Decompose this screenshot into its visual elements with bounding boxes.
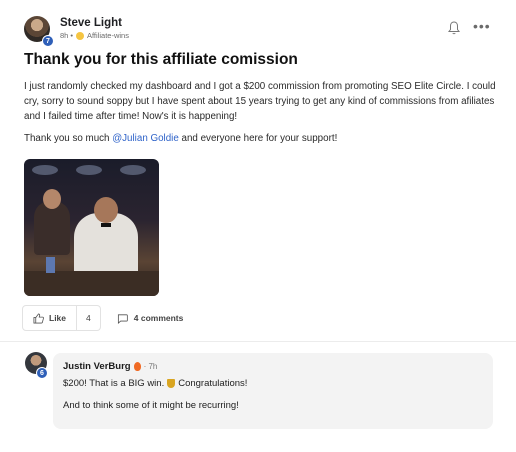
meta-separator: •: [70, 31, 73, 40]
smile-emoji-icon: [75, 31, 84, 40]
commenter-level-badge: 6: [36, 367, 48, 379]
more-options-icon[interactable]: •••: [473, 19, 490, 36]
comment-text-a: $200! That is a BIG win.: [63, 378, 165, 389]
like-label: Like: [49, 313, 67, 323]
comment-time: · 7h: [143, 362, 158, 371]
mention-link[interactable]: @Julian Goldie: [112, 133, 179, 144]
post-body: I just randomly checked my dashboard and…: [24, 81, 496, 122]
comment-line-1: $200! That is a BIG win. Congratulations…: [63, 378, 483, 389]
like-count[interactable]: 4: [77, 305, 101, 331]
level-badge: 7: [42, 35, 54, 47]
thanks-text-end: and everyone here for your support!: [178, 133, 338, 144]
comments-button[interactable]: 4 comments: [117, 313, 184, 324]
trophy-emoji-icon: [167, 379, 176, 388]
post-header: 7 Steve Light 8h • Affiliate-wins: [24, 14, 129, 47]
comment: Justin VerBurg · 7h $200! That is a BIG …: [53, 353, 493, 429]
fire-emoji-icon: [133, 362, 141, 371]
post-title: Thank you for this affiliate comission: [24, 51, 298, 68]
comment-header: Justin VerBurg · 7h: [63, 361, 483, 372]
like-button[interactable]: Like: [22, 305, 78, 331]
commenter-name[interactable]: Justin VerBurg: [63, 361, 131, 372]
post-time: 8h: [60, 31, 69, 40]
divider: [0, 341, 516, 342]
post-category[interactable]: Affiliate-wins: [87, 30, 129, 41]
comment-bubble-icon: [117, 313, 128, 324]
comment-line-2: And to think some of it might be recurri…: [63, 400, 239, 411]
author-name[interactable]: Steve Light: [60, 17, 129, 30]
author-block: Steve Light 8h • Affiliate-wins: [60, 17, 129, 41]
comments-label: 4 comments: [133, 313, 184, 323]
author-avatar[interactable]: 7: [24, 16, 54, 47]
thanks-text: Thank you so much: [24, 133, 113, 144]
post-meta: 8h • Affiliate-wins: [60, 30, 129, 41]
thumbs-up-icon: [33, 313, 44, 323]
post-thanks: Thank you so much @Julian Goldie and eve…: [24, 133, 337, 144]
post-actions: Like 4 4 comments: [22, 305, 183, 331]
post-gif-image[interactable]: [24, 159, 159, 296]
comment-text-b: Congratulations!: [178, 378, 248, 389]
bell-icon[interactable]: [447, 20, 461, 36]
